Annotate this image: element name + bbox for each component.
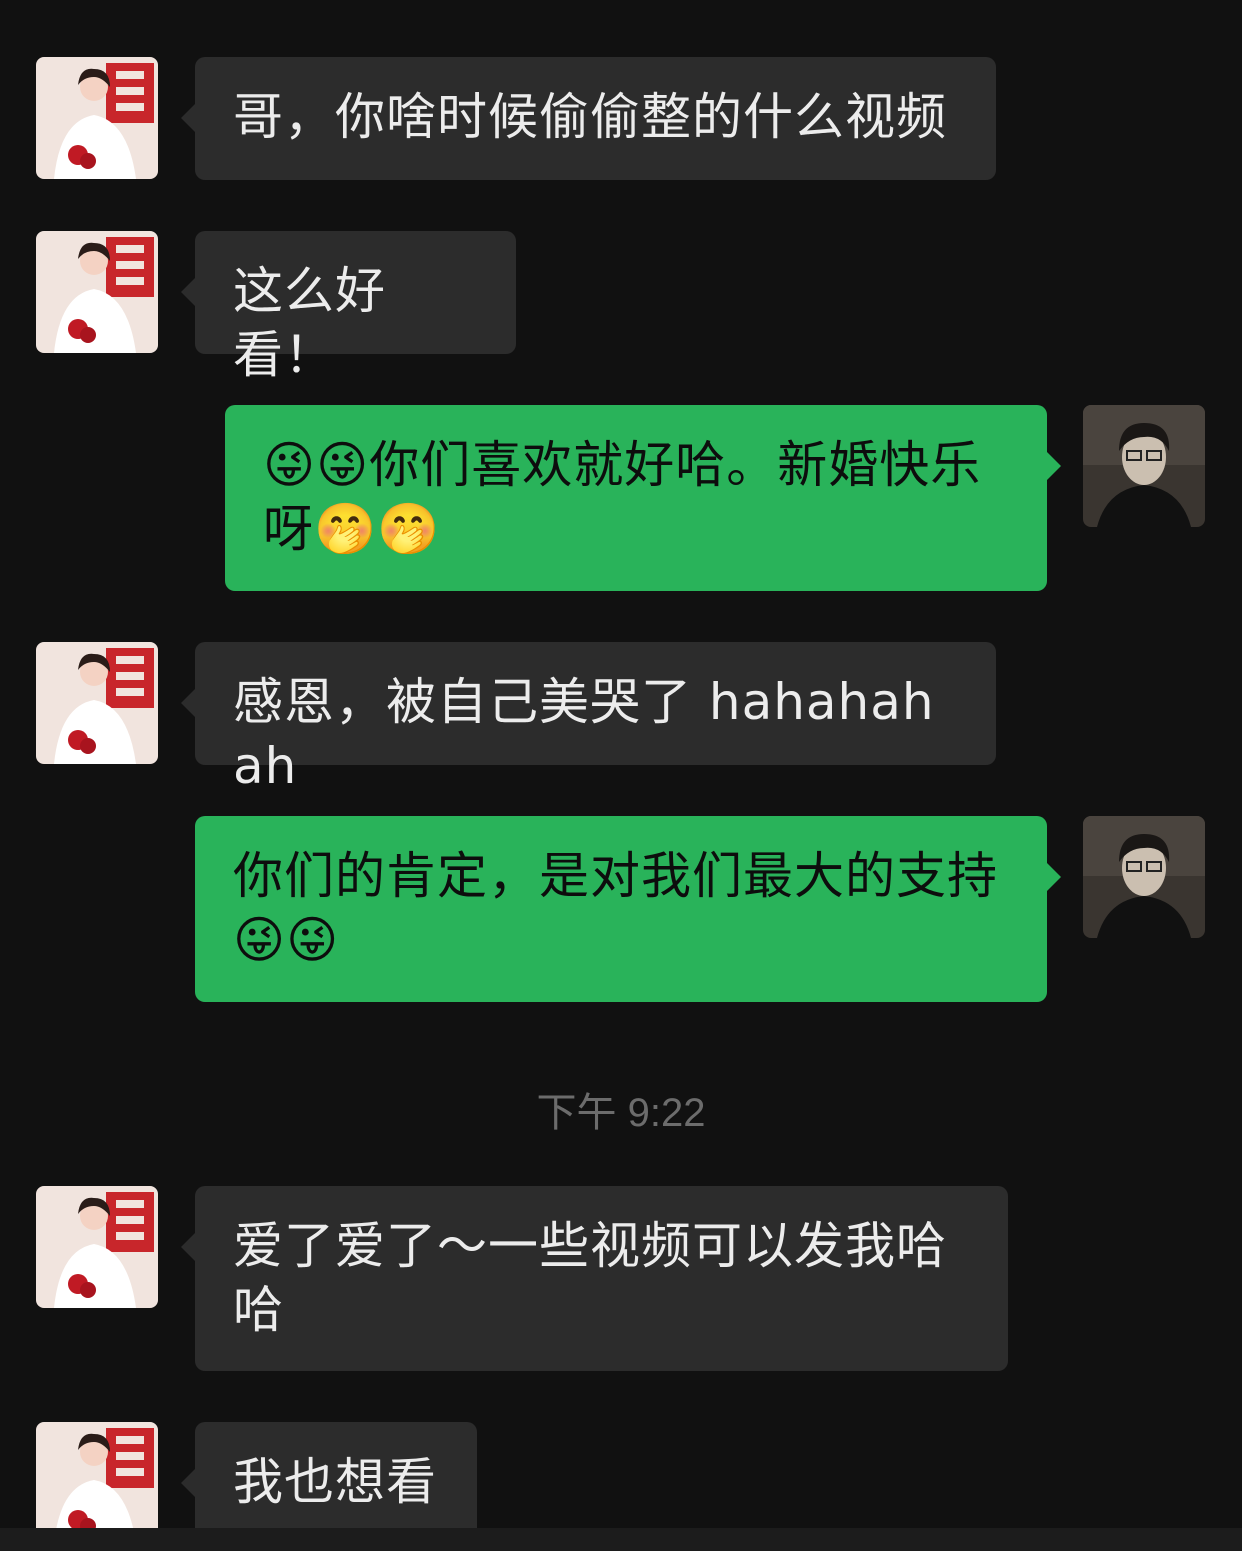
message-row-incoming: 这么好看！ xyxy=(0,231,1242,384)
message-row-incoming: 感恩，被自己美哭了 hahahahah xyxy=(0,642,1242,795)
contact-avatar[interactable] xyxy=(36,1186,158,1308)
message-bubble-incoming[interactable]: 爱了爱了～一些视频可以发我哈哈 xyxy=(181,1186,1008,1371)
message-row-incoming: 哥，你啥时候偷偷整的什么视频 xyxy=(0,57,1242,180)
self-avatar[interactable] xyxy=(1083,405,1205,527)
bottom-edge xyxy=(0,1528,1242,1551)
message-row-incoming: 我也想看 xyxy=(0,1422,1242,1528)
message-bubble-incoming[interactable]: 感恩，被自己美哭了 hahahahah xyxy=(181,642,996,795)
contact-avatar[interactable] xyxy=(36,1422,158,1528)
message-row-outgoing: 😜😜你们喜欢就好哈。新婚快乐呀🤭🤭 xyxy=(0,405,1242,591)
message-timestamp: 下午 9:22 xyxy=(536,1091,706,1135)
contact-avatar[interactable] xyxy=(36,231,158,353)
message-bubble-incoming[interactable]: 哥，你啥时候偷偷整的什么视频 xyxy=(181,57,996,180)
contact-avatar[interactable] xyxy=(36,642,158,764)
message-row-incoming: 爱了爱了～一些视频可以发我哈哈 xyxy=(0,1186,1242,1371)
chat-history[interactable]: 哥，你啥时候偷偷整的什么视频 这么好看！ 😜😜你们喜欢就好哈。新婚快乐呀🤭🤭 感… xyxy=(0,0,1242,1528)
message-bubble-outgoing[interactable]: 😜😜你们喜欢就好哈。新婚快乐呀🤭🤭 xyxy=(225,405,1061,591)
message-row-outgoing: 你们的肯定，是对我们最大的支持😜😜 xyxy=(0,816,1242,1002)
contact-avatar[interactable] xyxy=(36,57,158,179)
message-bubble-outgoing[interactable]: 你们的肯定，是对我们最大的支持😜😜 xyxy=(195,816,1061,1002)
self-avatar[interactable] xyxy=(1083,816,1205,938)
message-bubble-incoming[interactable]: 我也想看 xyxy=(181,1422,477,1528)
message-bubble-incoming[interactable]: 这么好看！ xyxy=(181,231,516,384)
